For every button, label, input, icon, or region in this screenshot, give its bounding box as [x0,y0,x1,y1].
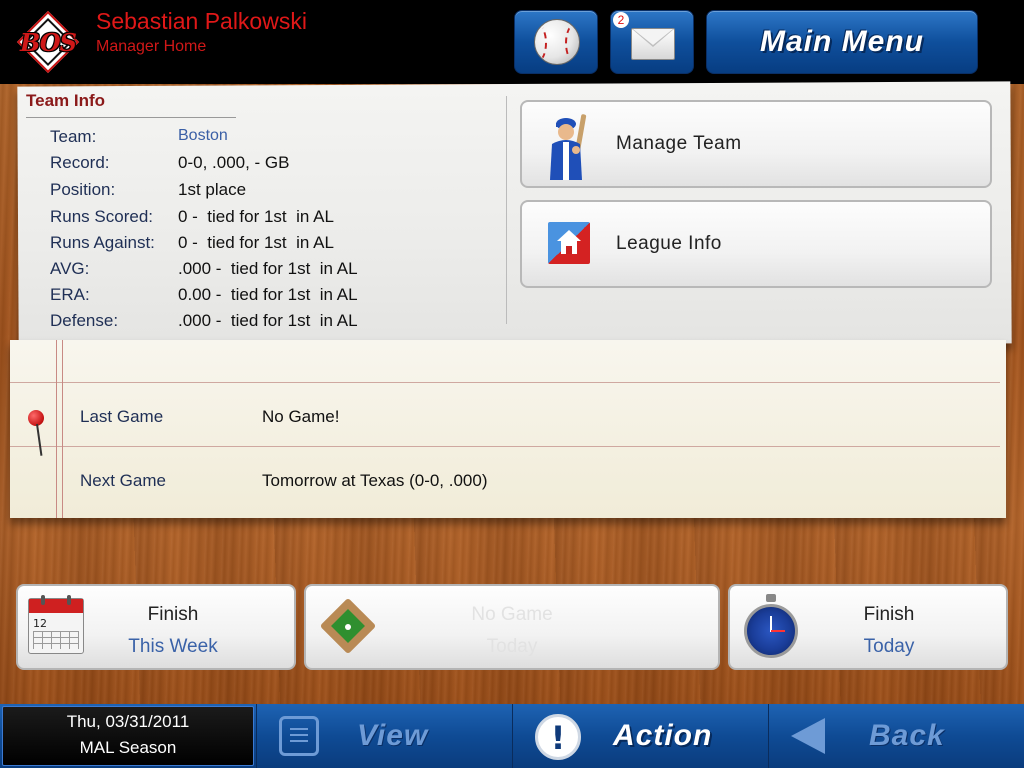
team-info-row-defense: Defense: .000 - tied for 1st in AL [50,311,500,335]
row-value: .000 - tied for 1st in AL [178,259,358,278]
next-game-value: Tomorrow at Texas (0-0, .000) [262,471,488,490]
view-icon [279,716,319,756]
finish-week-line1: Finish [147,604,199,625]
back-label: Back [869,719,945,752]
row-label: AVG: [50,259,90,278]
team-logo: BOS [14,8,82,76]
row-value: 0-0, .000, - GB [178,153,290,172]
last-game-label: Last Game [80,407,164,426]
team-info-title: Team Info [26,91,106,110]
team-info-row-record: Record: 0-0, .000, - GB [50,153,500,177]
row-label: Position: [50,180,116,199]
current-date: Thu, 03/31/2011 [66,712,190,731]
manage-team-label: Manage Team [616,133,742,154]
team-abbr: BOS [20,28,77,57]
play-game-line2: Today [486,636,538,657]
finish-week-button[interactable]: 12 Finish This Week [16,584,296,670]
mail-count-badge: 2 [613,12,629,28]
view-tab[interactable]: View [256,704,512,768]
league-info-button[interactable]: League Info [520,200,992,288]
team-link[interactable]: Boston [178,127,228,145]
finish-today-line2: Today [863,636,915,657]
player-icon [550,114,587,180]
action-label: Action [613,719,713,752]
row-value: 0.00 - tied for 1st in AL [178,285,358,304]
team-info-underline [26,117,236,118]
page-subtitle: Manager Home [96,38,207,55]
manage-team-button[interactable]: Manage Team [520,100,992,188]
row-value: 1st place [178,180,247,199]
play-game-button[interactable]: No Game Today [304,584,720,670]
home-icon [548,222,590,264]
pushpin-icon [28,410,48,460]
action-tab[interactable]: ! Action [512,704,768,768]
baseball-button[interactable] [514,10,598,74]
last-game-value: No Game! [262,407,340,426]
season-label: MAL Season [79,738,177,757]
team-info-row-team: Team: Boston [50,127,500,151]
row-value: .000 - tied for 1st in AL [178,311,358,330]
league-info-label: League Info [616,233,722,254]
play-game-line1: No Game [471,604,553,625]
team-info-row-avg: AVG: .000 - tied for 1st in AL [50,259,500,283]
row-label: ERA: [50,285,90,304]
envelope-icon [631,28,675,60]
baseball-icon [534,19,580,65]
notepad-margin-line [62,340,63,518]
main-menu-button[interactable]: Main Menu [706,10,978,74]
finish-today-line1: Finish [863,604,915,625]
exclamation-icon: ! [535,714,581,760]
notepad-line [10,446,1000,447]
back-arrow-icon [791,718,825,754]
row-label: Runs Against: [50,233,155,252]
schedule-notepad [10,340,1006,518]
view-label: View [357,719,429,752]
team-info-row-position: Position: 1st place [50,180,500,204]
finish-today-button[interactable]: Finish Today [728,584,1008,670]
row-value: 0 - tied for 1st in AL [178,233,334,252]
row-label: Runs Scored: [50,207,153,226]
notepad-line [10,382,1000,383]
finish-week-line2: This Week [128,636,218,657]
team-info-row-era: ERA: 0.00 - tied for 1st in AL [50,285,500,309]
header-bar: BOS Sebastian Palkowski Manager Home 2 M… [0,0,1024,84]
main-menu-label: Main Menu [760,25,924,58]
row-label: Team: [50,127,97,146]
team-info-row-runs-against: Runs Against: 0 - tied for 1st in AL [50,233,500,257]
next-game-label: Next Game [80,471,166,490]
row-label: Defense: [50,311,119,330]
row-label: Record: [50,153,110,172]
notepad-margin-line [56,340,57,518]
date-display: Thu, 03/31/2011 MAL Season [2,706,254,766]
back-tab[interactable]: Back [768,704,1024,768]
manager-name: Sebastian Palkowski [96,8,307,34]
mail-button[interactable]: 2 [610,10,694,74]
row-value: 0 - tied for 1st in AL [178,207,334,226]
team-info-row-runs-scored: Runs Scored: 0 - tied for 1st in AL [50,207,500,231]
team-info-divider [506,96,507,324]
